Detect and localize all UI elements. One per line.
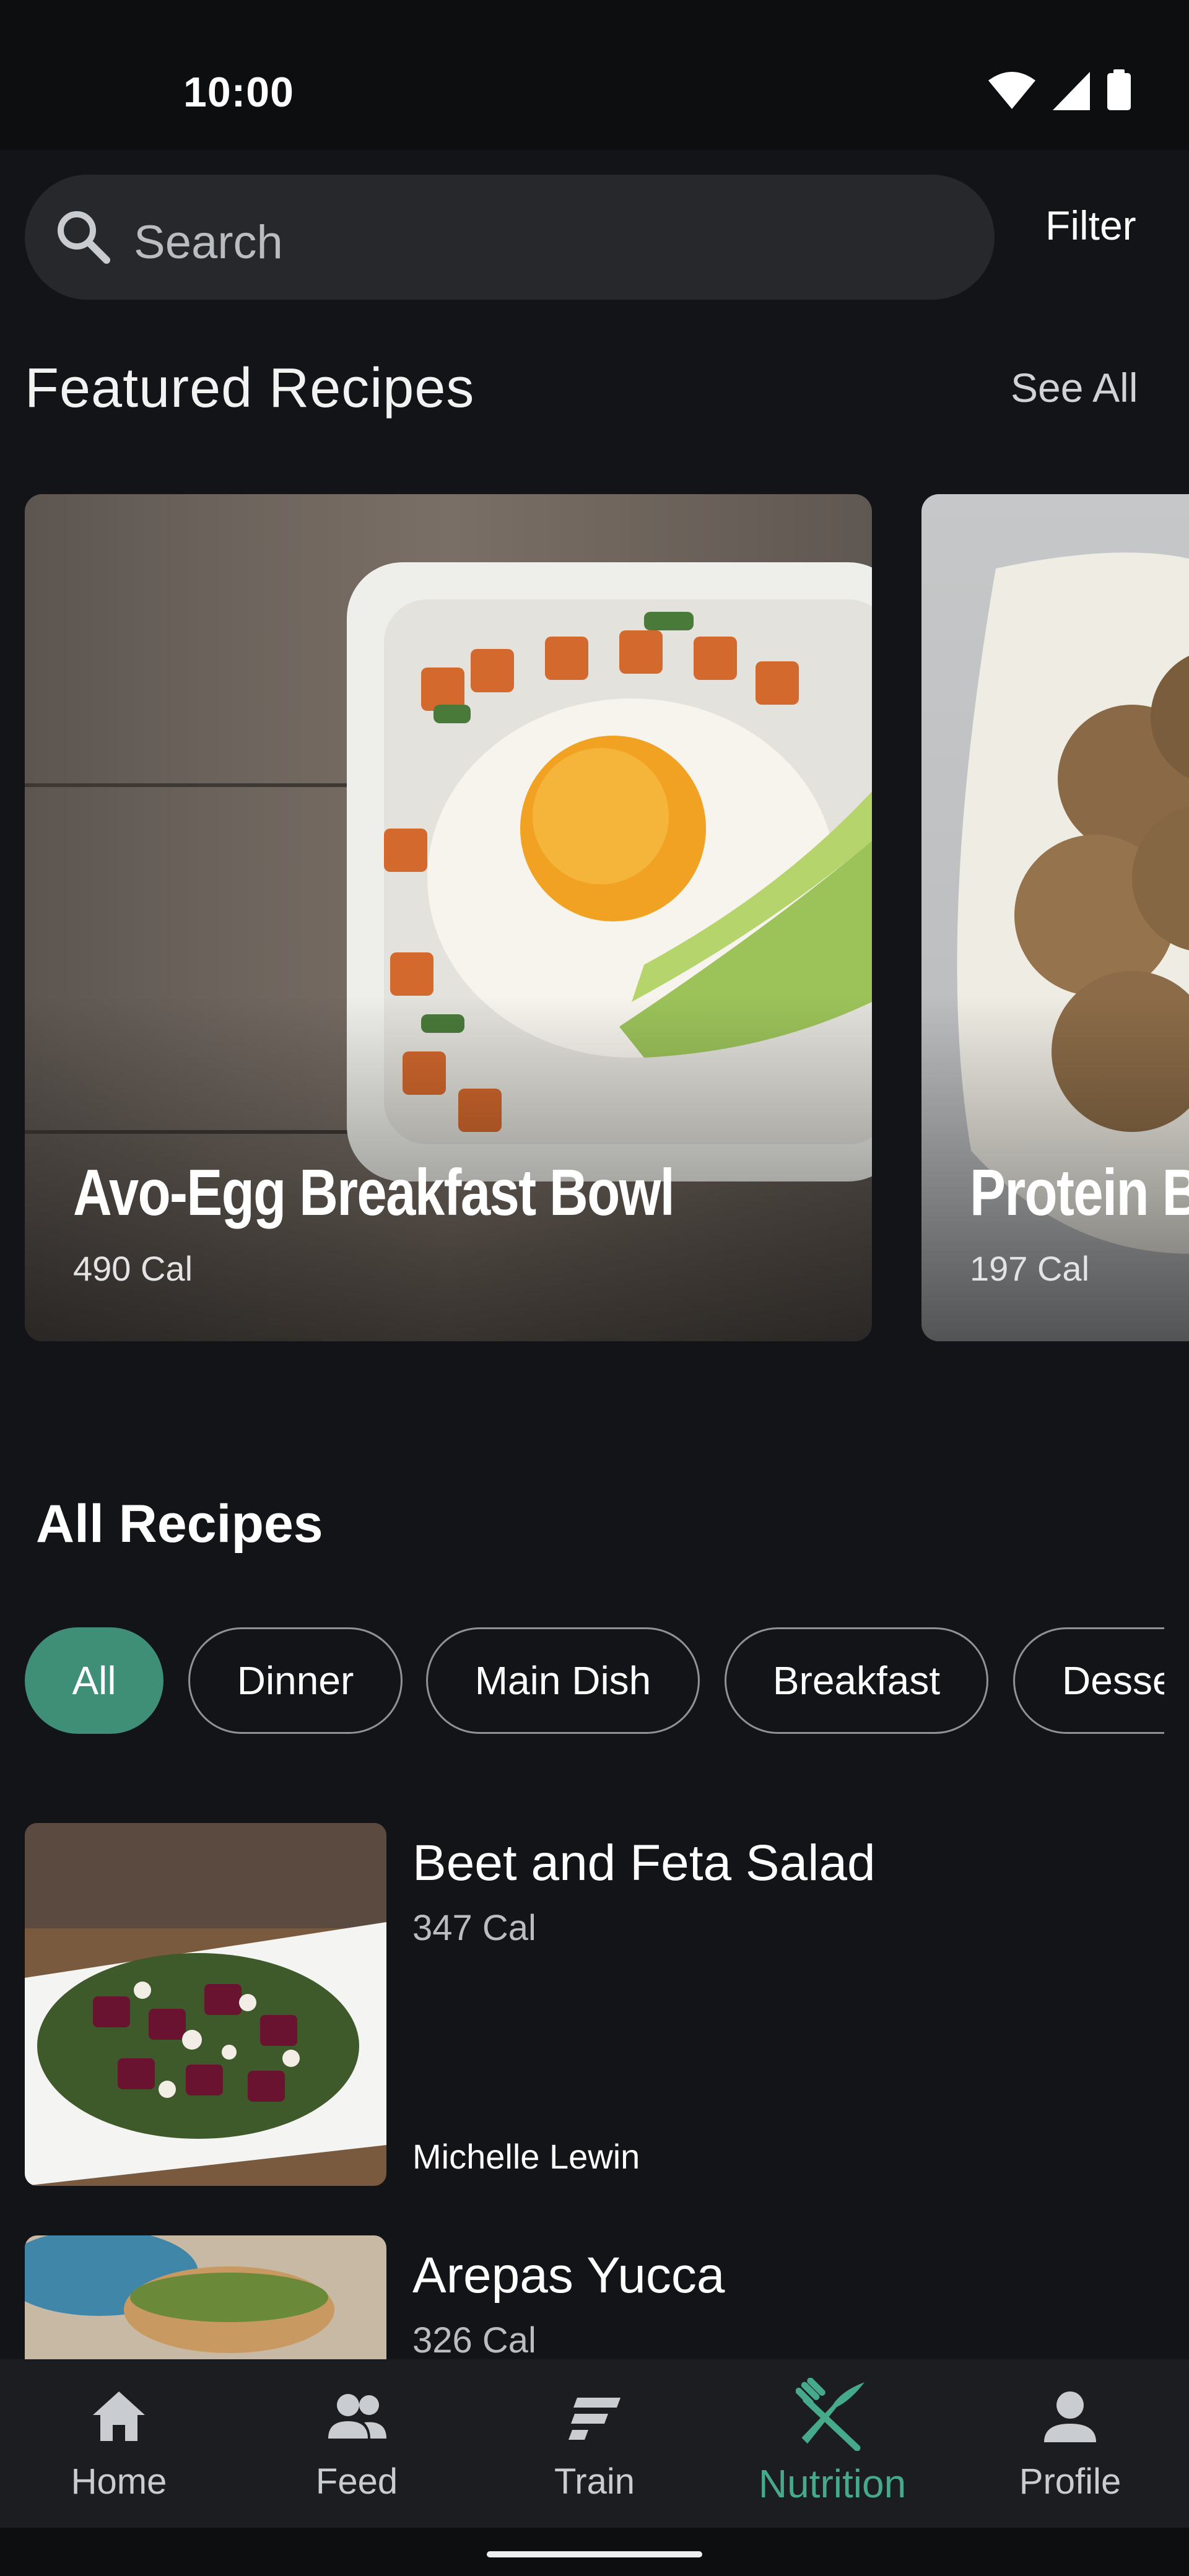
bottom-navigation: Home Feed Train Nutrition Profile [0,2359,1189,2528]
recipe-list-item[interactable]: Beet and Feta Salad 347 Cal Michelle Lew… [25,1823,1164,2186]
nav-nutrition[interactable]: Nutrition [713,2359,951,2528]
nav-home[interactable]: Home [0,2359,238,2528]
featured-card-avo-egg-bowl[interactable]: Avo-Egg Breakfast Bowl 490 Cal [25,494,872,1341]
nav-train[interactable]: Train [476,2359,713,2528]
search-placeholder: Search [134,216,283,269]
nav-profile[interactable]: Profile [951,2359,1189,2528]
chip-breakfast[interactable]: Breakfast [725,1627,988,1734]
filter-button[interactable]: Filter [1045,202,1136,249]
status-bar: 10:00 [0,0,1189,150]
recipe-name: Beet and Feta Salad [412,1835,876,1891]
status-time: 10:00 [183,69,294,116]
nav-label: Train [554,2461,635,2502]
train-icon [568,2398,621,2440]
see-all-link[interactable]: See All [1011,364,1138,411]
nav-label: Feed [315,2461,398,2502]
chip-dinner[interactable]: Dinner [188,1627,403,1734]
search-input[interactable]: Search [25,175,995,300]
home-gesture-bar[interactable] [487,2551,702,2557]
recipe-thumbnail [25,2235,386,2359]
person-icon [1044,2391,1096,2442]
nav-feed[interactable]: Feed [238,2359,476,2528]
recipe-calories: 326 Cal [412,2320,536,2359]
cellular-signal-icon [1053,72,1090,110]
fork-knife-icon [796,2378,865,2451]
gesture-area [0,2528,1189,2576]
featured-card-title: Avo-Egg Breakfast Bowl [73,1156,675,1229]
featured-card-calories: 490 Cal [73,1249,193,1288]
featured-recipes-title: Featured Recipes [25,357,475,419]
status-icons [988,69,1131,110]
featured-card-title: Protein B [970,1156,1189,1229]
people-icon [328,2394,386,2439]
recipe-name: Arepas Yucca [412,2247,725,2304]
wifi-icon [988,72,1035,109]
recipe-author: Michelle Lewin [412,2137,640,2176]
home-icon [93,2391,145,2441]
nav-label: Profile [1019,2461,1121,2502]
search-icon [58,211,110,264]
chip-main-dish[interactable]: Main Dish [426,1627,700,1734]
nav-label: Nutrition [758,2461,907,2506]
featured-card-calories: 197 Cal [970,1249,1090,1288]
recipe-thumbnail [25,1823,386,2186]
recipe-list-item[interactable]: Arepas Yucca 326 Cal [25,2235,1164,2359]
recipe-calories: 347 Cal [412,1908,536,1948]
featured-card-protein[interactable]: Protein B 197 Cal [921,494,1189,1341]
chip-all[interactable]: All [25,1627,163,1734]
battery-icon [1107,69,1131,110]
chip-dessert[interactable]: Desse [1013,1627,1164,1734]
nav-label: Home [71,2461,167,2502]
all-recipes-title: All Recipes [36,1494,323,1554]
category-chips: All Dinner Main Dish Breakfast Desse [25,1627,1164,1738]
